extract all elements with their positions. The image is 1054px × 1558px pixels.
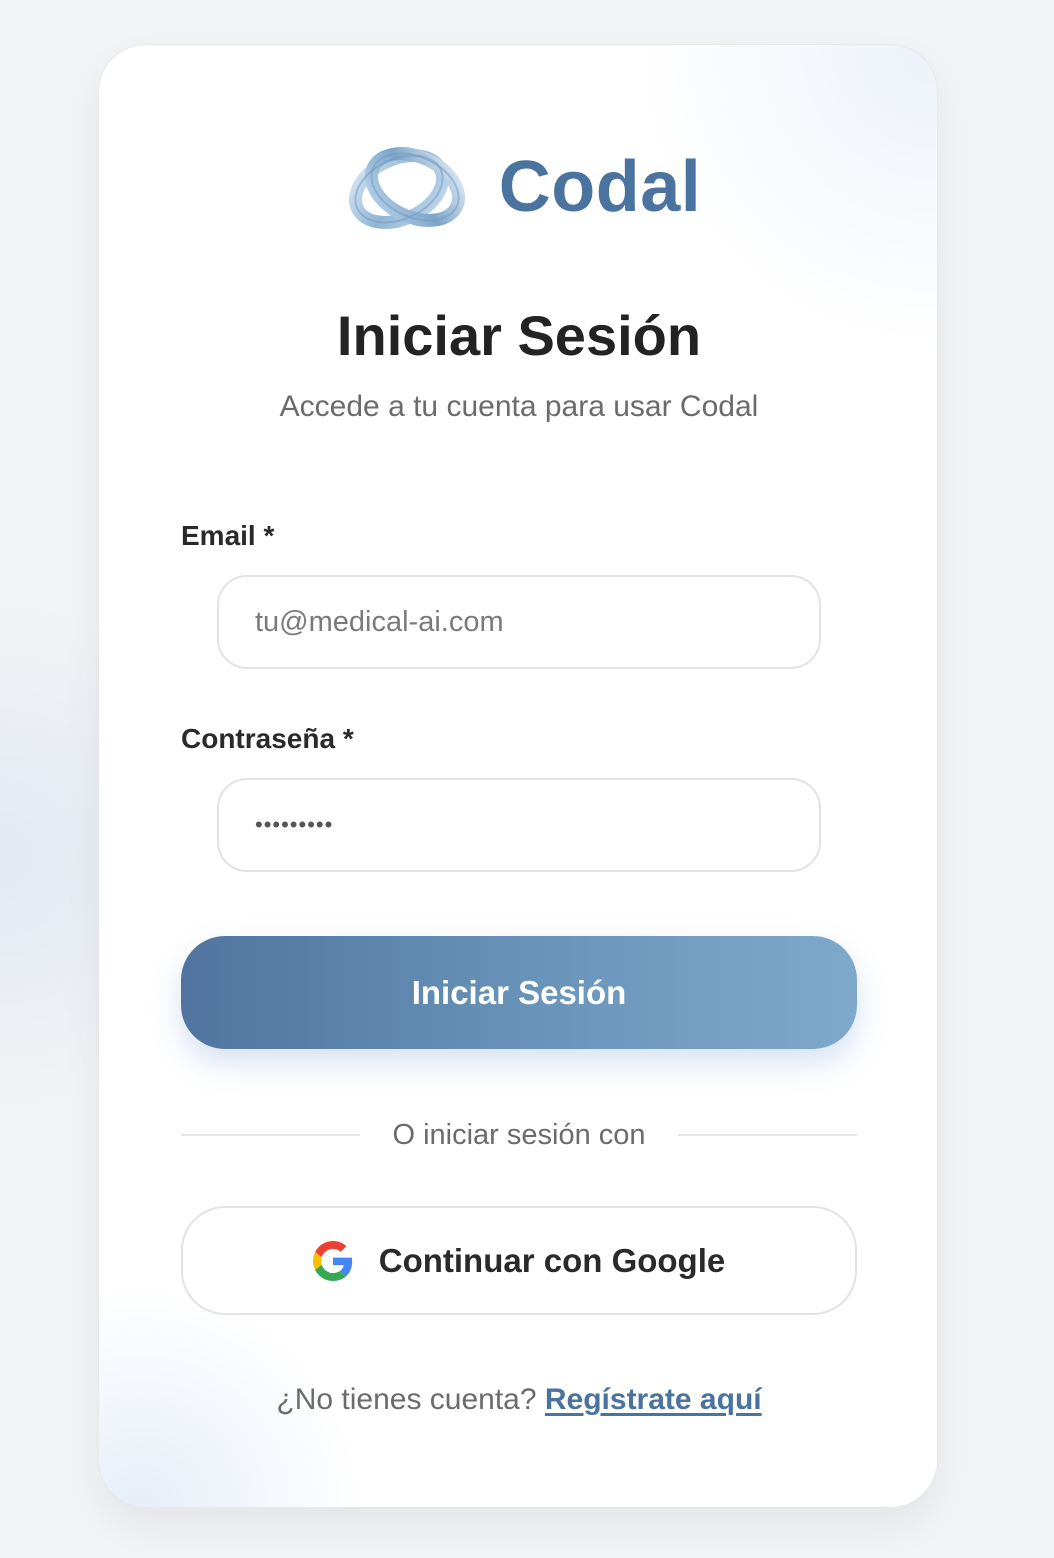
page-title: Iniciar Sesión (336, 304, 702, 367)
divider: O iniciar sesión con (181, 1115, 857, 1155)
login-button[interactable]: Iniciar Sesión (181, 936, 857, 1049)
login-card: Codal Iniciar Sesión Accede a tu cuenta … (98, 44, 938, 1508)
page-subtitle: Accede a tu cuenta para usar Codal (279, 390, 759, 423)
brand-header: Codal (99, 137, 939, 237)
signup-prompt: ¿No tienes cuenta? Regístrate aquí (99, 1383, 939, 1417)
brand-name: Codal (498, 147, 702, 227)
google-icon (312, 1240, 352, 1281)
password-field[interactable] (217, 778, 821, 872)
divider-line-right (677, 1134, 857, 1136)
email-label: Email * (181, 520, 275, 551)
signup-link[interactable]: Regístrate aquí (545, 1383, 762, 1416)
signup-text: ¿No tienes cuenta? (276, 1383, 537, 1416)
divider-line-left (181, 1134, 361, 1136)
google-button-label: Continuar con Google (378, 1241, 726, 1279)
password-label: Contraseña * (181, 723, 354, 754)
divider-text: O iniciar sesión con (392, 1118, 646, 1151)
email-field[interactable] (217, 575, 821, 669)
google-login-button[interactable]: Continuar con Google (181, 1206, 857, 1315)
interlocked-rings-logo-icon (348, 147, 465, 229)
